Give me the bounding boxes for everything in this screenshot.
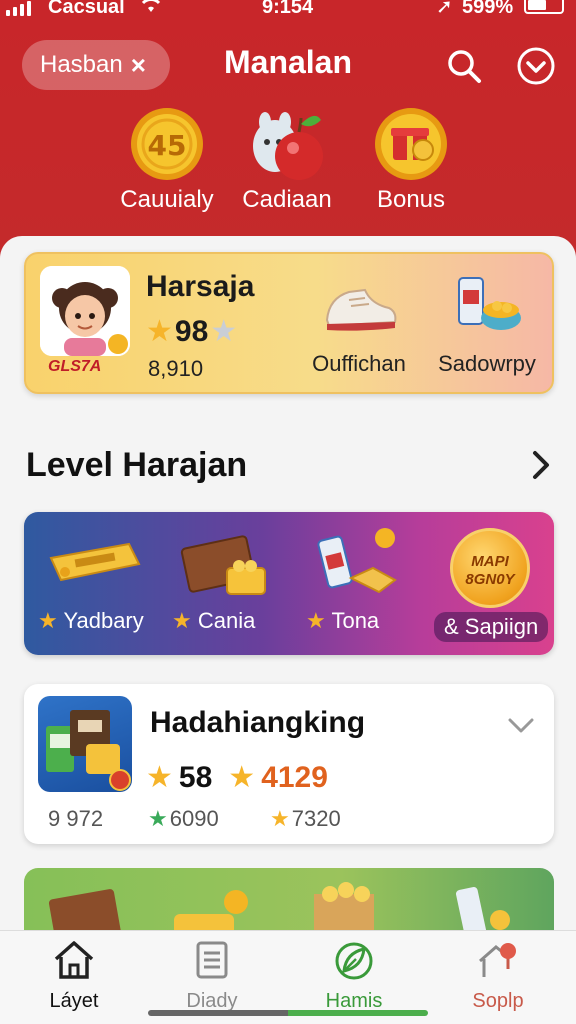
star-icon: ★ <box>38 608 58 633</box>
category-label: Bonus <box>376 186 446 213</box>
category-item[interactable]: 45 Cauuialy <box>102 106 232 214</box>
promo-item-label: ★ Tona <box>306 608 380 633</box>
app-header: Cacsual 9:154 ➚ 599% Hasban × Manalan 45… <box>0 0 576 262</box>
leaf-icon <box>294 939 414 986</box>
chevron-down-circle-icon[interactable] <box>516 46 556 86</box>
coin-icon: 45 <box>129 106 205 182</box>
rating-value: 98 <box>174 314 209 348</box>
carrier-name: Cacsual <box>48 0 125 18</box>
profile-rating: ★ 98 ★ <box>146 314 237 349</box>
can-snack-icon <box>306 528 416 603</box>
game-stats: ★ 58 ★ 4129 <box>146 760 328 795</box>
app-icon <box>38 696 132 792</box>
star-icon: ★ <box>270 806 290 831</box>
chevron-right-icon[interactable] <box>526 450 556 480</box>
stat-value: 9 972 <box>48 806 104 831</box>
gift-coin-icon <box>373 106 449 182</box>
house-pin-icon <box>438 939 558 986</box>
star-icon: ★ <box>228 761 256 794</box>
apple-character-icon <box>249 106 325 182</box>
promo-badge: MAPI 8GN0Y <box>450 528 530 608</box>
stat-item: 9 972 <box>48 806 103 832</box>
promo-pill[interactable]: & Sapiign <box>434 612 549 642</box>
star-green-icon: ★ <box>148 806 168 831</box>
filter-chip-label: Hasban <box>40 51 123 78</box>
promo-item[interactable]: ★ Yadbary <box>38 528 150 633</box>
stat-item: ★ 6090 <box>148 806 219 832</box>
search-icon[interactable] <box>444 46 484 86</box>
wifi-icon <box>138 0 164 20</box>
category-item[interactable]: Cadiaan <box>222 106 352 214</box>
promo-item[interactable]: ★ Tona <box>306 528 416 633</box>
stat-item: ★ 7320 <box>270 806 341 832</box>
profile-number: 8,910 <box>148 356 204 381</box>
star-icon: ★ <box>306 608 326 633</box>
tab-hamis[interactable]: Hamis <box>294 939 414 1013</box>
svg-text:45: 45 <box>148 129 187 162</box>
profile-item[interactable]: Ouffichan <box>304 270 414 377</box>
stars-value: 58 <box>178 760 213 794</box>
star-icon: ★ <box>172 608 192 633</box>
promo-item[interactable]: ★ Cania <box>170 528 280 633</box>
promo-banner[interactable]: ★ Yadbary ★ Cania ★ Tona MAPI 8GN0Y & Sa… <box>24 512 554 655</box>
sneaker-icon <box>304 270 414 345</box>
category-item[interactable]: Bonus <box>346 106 476 214</box>
promo-item-label: ★ Yadbary <box>38 608 144 633</box>
profile-item-label: Ouffichan <box>312 351 406 376</box>
category-label: Cadiaan <box>242 186 332 213</box>
star-icon: ★ <box>146 315 173 348</box>
close-icon[interactable]: × <box>131 50 146 81</box>
avatar <box>40 266 130 356</box>
document-icon <box>152 939 272 986</box>
home-indicator <box>148 1010 428 1016</box>
star-icon: ★ <box>146 761 173 794</box>
ticket-icon <box>40 528 150 603</box>
stat-value: 6090 <box>169 806 219 831</box>
category-label: Cauuialy <box>120 186 214 213</box>
profile-card[interactable]: GLS7A Harsaja ★ 98 ★ 8,910 Ouffichan Sad… <box>24 252 554 394</box>
home-icon <box>14 939 134 986</box>
chevron-down-icon[interactable] <box>506 710 536 740</box>
tab-label: Soplp <box>472 990 524 1012</box>
tab-label: Láyet <box>49 990 99 1012</box>
snack-cup-icon <box>432 270 542 345</box>
page-title: Manalan <box>223 44 353 80</box>
stat-value: 7320 <box>291 806 341 831</box>
tab-soplp[interactable]: Soplp <box>438 939 558 1013</box>
signal-icon <box>6 0 31 16</box>
battery-icon <box>524 0 564 14</box>
category-row: 45 Cauuialy Cadiaan Bonus <box>0 106 576 230</box>
location-arrow-icon: ➚ <box>436 0 453 18</box>
profile-name: Harsaja <box>146 270 255 303</box>
battery-percent: 599% <box>462 0 514 18</box>
game-card[interactable]: Hadahiangking ★ 58 ★ 4129 9 972 ★ 6090 ★… <box>24 684 554 844</box>
avatar-tag: GLS7A <box>48 358 102 375</box>
tab-layet[interactable]: Láyet <box>14 939 134 1013</box>
chocolate-bar-icon <box>170 528 280 603</box>
game-title: Hadahiangking <box>150 706 366 739</box>
promo-item-label: ★ Cania <box>172 608 256 633</box>
star-outline-icon: ★ <box>210 315 238 348</box>
tab-diady[interactable]: Diady <box>152 939 272 1013</box>
profile-item-label: Sadowrpy <box>438 351 536 376</box>
clock: 9:154 <box>262 0 314 18</box>
profile-item[interactable]: Sadowrpy <box>432 270 542 377</box>
highlight-value: 4129 <box>261 760 328 794</box>
filter-chip[interactable]: Hasban × <box>22 40 170 90</box>
status-bar: Cacsual 9:154 ➚ 599% <box>0 0 576 22</box>
section-title: Level Harajan <box>26 446 248 484</box>
